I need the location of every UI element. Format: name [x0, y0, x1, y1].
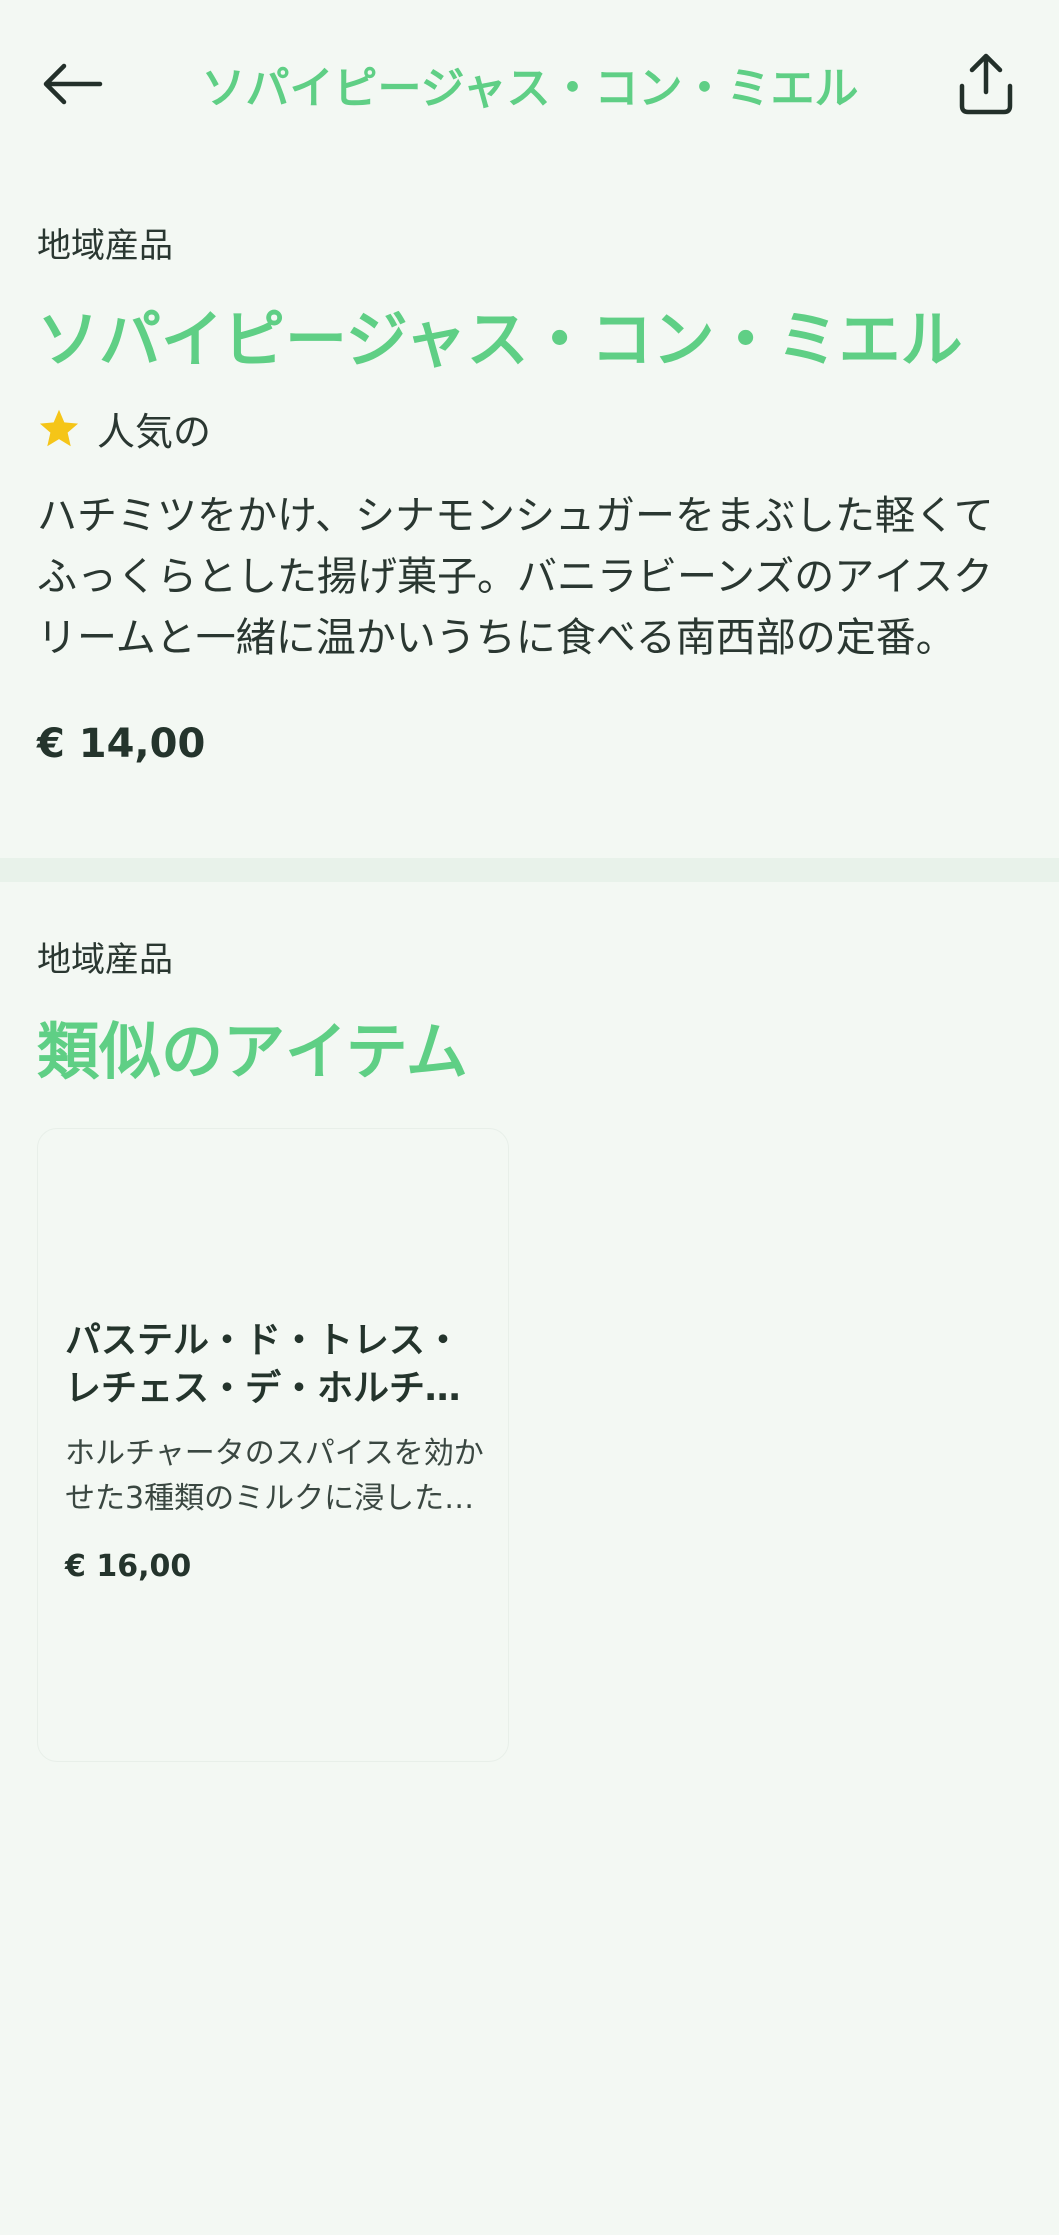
top-bar: ソパイピージャス・コン・ミエル — [0, 0, 1059, 170]
similar-category: 地域産品 — [37, 940, 173, 980]
similar-items-title: 類似のアイテム — [37, 1015, 468, 1088]
share-button[interactable] — [938, 36, 1034, 132]
product-category: 地域産品 — [37, 226, 173, 266]
similar-items-section: 地域産品 類似のアイテム — [37, 932, 1022, 1091]
product-title: ソパイピージャス・コン・ミエル — [37, 303, 963, 376]
similar-item-description: ホルチャータのスパイスを効かせた3種類のミルクに浸したスポンジケーキ — [65, 1436, 484, 1516]
product-detail-page: ソパイピージャス・コン・ミエル 地域産品 ソパイピージャス・コン・ミエル 人気の… — [0, 0, 1059, 2235]
product-description: ハチミツをかけ、シナモンシュガーをまぶした軽くてふっくらとした揚げ菓子。バニラビ… — [37, 493, 994, 661]
product-section: 地域産品 ソパイピージャス・コン・ミエル 人気の ハチミツをかけ、シナモンシュガ… — [37, 218, 1022, 767]
arrow-left-icon — [43, 63, 103, 105]
product-price: € 14,00 — [37, 721, 206, 767]
share-icon — [959, 53, 1013, 115]
similar-item-price: € 16,00 — [65, 1549, 192, 1584]
section-divider — [0, 858, 1059, 882]
popular-label: 人気の — [97, 410, 212, 454]
similar-item-card[interactable]: パステル・ド・トレス・レチェス・デ・ホルチャータ ホルチャータのスパイスを効かせ… — [37, 1128, 509, 1762]
star-icon — [39, 409, 79, 446]
similar-item-title: パステル・ド・トレス・レチェス・デ・ホルチャータ — [65, 1320, 462, 1409]
back-button[interactable] — [24, 36, 120, 132]
top-bar-title: ソパイピージャス・コン・ミエル — [201, 63, 859, 114]
similar-item-card-body: パステル・ド・トレス・レチェス・デ・ホルチャータ ホルチャータのスパイスを効かせ… — [65, 1317, 485, 1584]
popular-badge: 人気の — [37, 401, 1022, 456]
